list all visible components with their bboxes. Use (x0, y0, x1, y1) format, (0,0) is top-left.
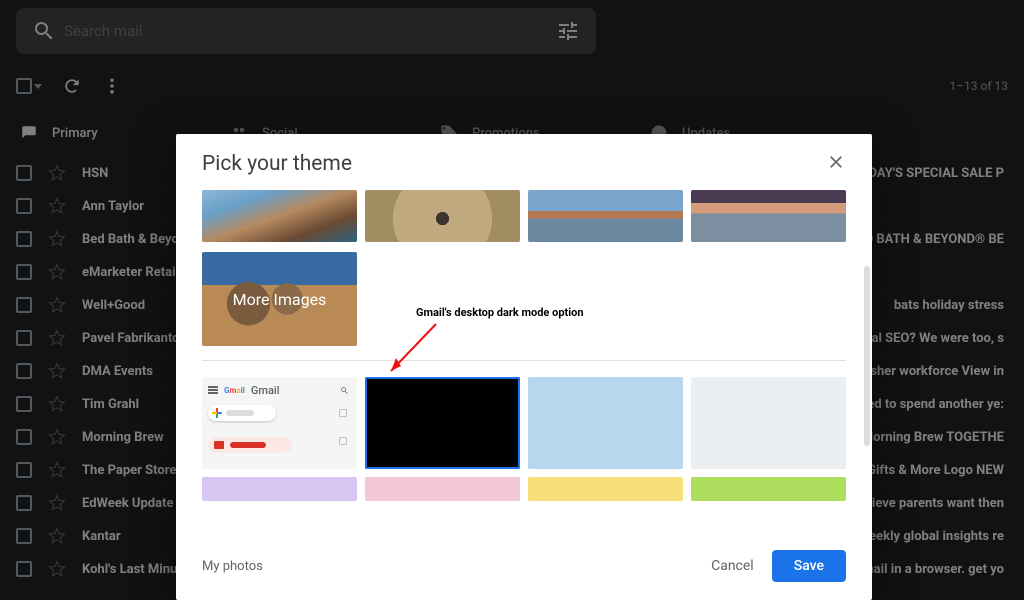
theme-green[interactable] (691, 477, 846, 501)
theme-thumb-rock[interactable] (365, 190, 520, 242)
close-icon (826, 152, 846, 172)
gmail-app: 1–13 of 13 Primary Social Promotions Upd… (0, 0, 1024, 600)
theme-default[interactable]: Gmail Gmail (202, 377, 357, 469)
color-theme-row-1: Gmail Gmail (202, 377, 846, 469)
theme-thumb-city[interactable] (528, 190, 683, 242)
close-button[interactable] (826, 152, 846, 176)
theme-purple[interactable] (202, 477, 357, 501)
theme-yellow[interactable] (528, 477, 683, 501)
more-images-button[interactable]: More Images (202, 252, 357, 346)
image-theme-row (202, 190, 846, 242)
theme-pink[interactable] (365, 477, 520, 501)
divider (202, 360, 846, 361)
mini-search-icon (337, 383, 351, 397)
mini-inbox (208, 437, 292, 453)
theme-gray[interactable] (691, 377, 846, 469)
theme-thumb-coast[interactable] (202, 190, 357, 242)
my-photos-link[interactable]: My photos (202, 559, 263, 574)
theme-blue[interactable] (528, 377, 683, 469)
gmail-m-logo: Gmail (224, 386, 245, 395)
modal-header: Pick your theme (176, 134, 872, 184)
menu-icon (208, 386, 218, 394)
mini-compose (208, 405, 276, 421)
scrollbar-track[interactable] (864, 266, 870, 446)
theme-picker-modal: Pick your theme More Images Gmail's desk… (176, 134, 872, 600)
annotation-arrow (376, 316, 456, 386)
save-button[interactable]: Save (772, 550, 846, 582)
gmail-preview: Gmail Gmail (208, 383, 351, 463)
gmail-label: Gmail (251, 384, 280, 397)
color-theme-row-2 (202, 477, 846, 501)
modal-footer: My photos Cancel Save (176, 536, 872, 600)
cancel-button[interactable]: Cancel (711, 558, 754, 574)
modal-body: More Images Gmail's desktop dark mode op… (176, 184, 872, 536)
theme-dark[interactable] (365, 377, 520, 469)
more-images-label: More Images (233, 290, 327, 309)
modal-title: Pick your theme (202, 152, 352, 176)
theme-thumb-sunset[interactable] (691, 190, 846, 242)
